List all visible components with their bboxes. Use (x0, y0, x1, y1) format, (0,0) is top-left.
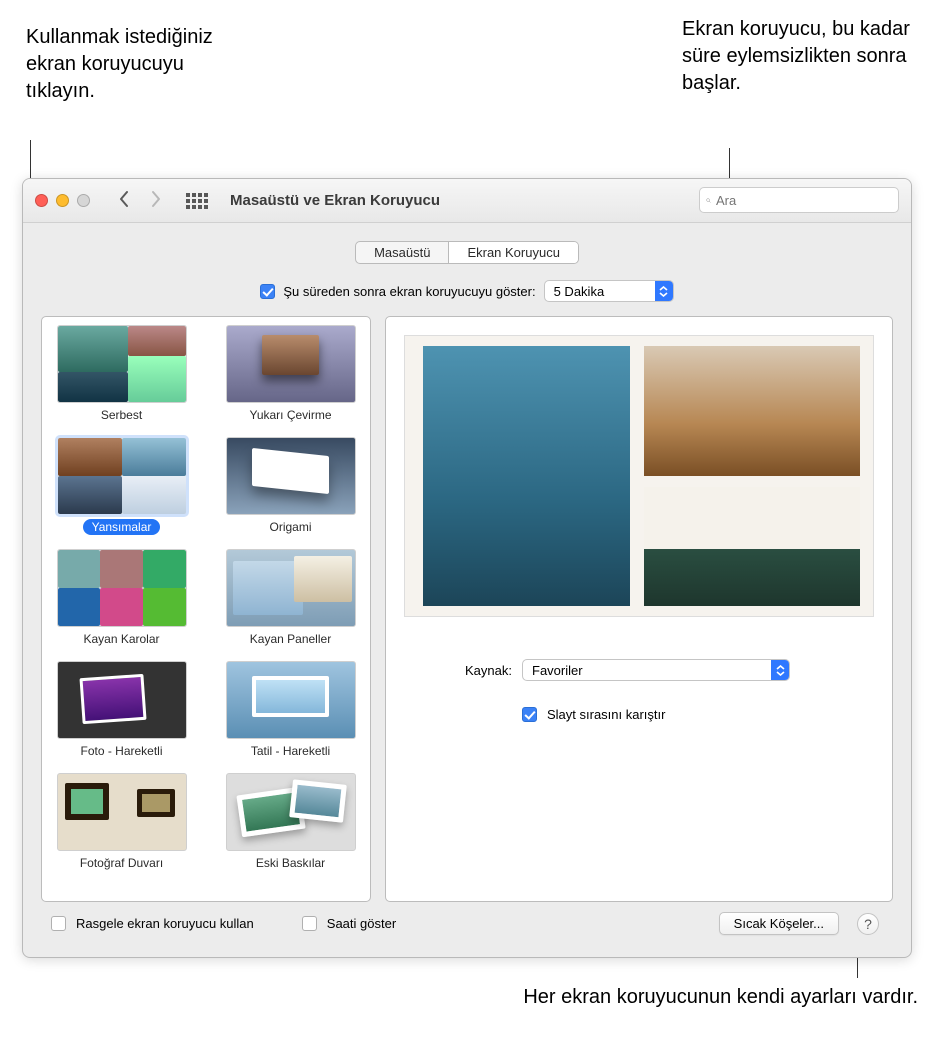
callout-top-left: Kullanmak istediğiniz ekran koruyucuyu t… (26, 24, 244, 105)
tab-segmented-control: Masaüstü Ekran Koruyucu (355, 241, 579, 264)
source-value: Favoriler (532, 663, 583, 678)
show-clock-label: Saati göster (327, 916, 396, 931)
thumb-label: Serbest (92, 407, 151, 423)
search-field[interactable] (699, 187, 899, 213)
help-icon: ? (864, 916, 872, 932)
hot-corners-button[interactable]: Sıcak Köşeler... (719, 912, 839, 935)
thumb-label: Tatil - Hareketli (242, 743, 339, 759)
show-all-prefs-button[interactable] (186, 193, 208, 209)
chevron-updown-icon (655, 281, 673, 301)
shuffle-label: Slayt sırasını karıştır (547, 707, 665, 722)
screensaver-item-kayan-paneller[interactable]: Kayan Paneller (217, 549, 364, 647)
screensaver-options: Kaynak: Favoriler Slayt sırasını karıştı… (404, 659, 874, 722)
main-panels: Serbest Yukarı Çevirme Yansımalar Origam… (41, 316, 893, 902)
content-area: Masaüstü Ekran Koruyucu Şu süreden sonra… (23, 223, 911, 957)
thumb-label: Kayan Karolar (74, 631, 168, 647)
tab-screensaver[interactable]: Ekran Koruyucu (449, 242, 578, 263)
screensaver-preview-panel: Kaynak: Favoriler Slayt sırasını karıştı… (385, 316, 893, 902)
preview-img (423, 346, 630, 605)
random-label: Rasgele ekran koruyucu kullan (76, 916, 254, 931)
screensaver-item-foto-hareketli[interactable]: Foto - Hareketli (48, 661, 195, 759)
thumbnail (226, 549, 356, 627)
screensaver-item-origami[interactable]: Origami (217, 437, 364, 535)
screensaver-item-serbest[interactable]: Serbest (48, 325, 195, 423)
start-after-row: Şu süreden sonra ekran koruyucuyu göster… (41, 280, 893, 302)
shuffle-checkbox[interactable] (522, 707, 537, 722)
random-checkbox[interactable] (51, 916, 66, 931)
search-icon (706, 194, 711, 207)
forward-button[interactable] (148, 189, 164, 212)
thumbnail (226, 437, 356, 515)
chevron-updown-icon (771, 660, 789, 680)
screensaver-item-fotograf-duvari[interactable]: Fotoğraf Duvarı (48, 773, 195, 871)
thumbnail (226, 661, 356, 739)
thumb-label: Origami (260, 519, 320, 535)
screensaver-item-eski-baskilar[interactable]: Eski Baskılar (217, 773, 364, 871)
thumbnail (57, 773, 187, 851)
source-label: Kaynak: (442, 663, 512, 678)
thumb-label: Foto - Hareketli (71, 743, 171, 759)
close-window-button[interactable] (35, 194, 48, 207)
thumbnail (57, 549, 187, 627)
back-button[interactable] (116, 189, 132, 212)
thumbnail (57, 661, 187, 739)
search-input[interactable] (716, 193, 892, 208)
thumb-label: Eski Baskılar (247, 855, 334, 871)
preview-img (644, 346, 860, 476)
thumb-label: Kayan Paneller (241, 631, 340, 647)
thumbnail (57, 437, 187, 515)
show-clock-checkbox[interactable] (302, 916, 317, 931)
preferences-window: Masaüstü ve Ekran Koruyucu Masaüstü Ekra… (22, 178, 912, 958)
preview-img (644, 487, 860, 605)
thumbnail (226, 325, 356, 403)
callout-top-right: Ekran koruyucu, bu kadar süre eylemsizli… (682, 16, 912, 97)
nav-arrows (116, 189, 164, 212)
window-controls (35, 194, 90, 207)
thumb-grid: Serbest Yukarı Çevirme Yansımalar Origam… (48, 325, 364, 871)
screensaver-preview[interactable] (404, 335, 874, 617)
thumb-label: Yansımalar (83, 519, 161, 535)
thumb-label: Fotoğraf Duvarı (71, 855, 172, 871)
thumb-label: Yukarı Çevirme (240, 407, 340, 423)
shuffle-row: Slayt sırasını karıştır (442, 707, 874, 722)
callout-bottom-right: Her ekran koruyucunun kendi ayarları var… (498, 984, 918, 1011)
minimize-window-button[interactable] (56, 194, 69, 207)
thumbnail (226, 773, 356, 851)
screensaver-item-kayan-karolar[interactable]: Kayan Karolar (48, 549, 195, 647)
bottom-bar: Rasgele ekran koruyucu kullan Saati göst… (41, 902, 893, 945)
screensaver-list[interactable]: Serbest Yukarı Çevirme Yansımalar Origam… (41, 316, 371, 902)
zoom-window-button[interactable] (77, 194, 90, 207)
start-after-select[interactable]: 5 Dakika (544, 280, 674, 302)
screensaver-item-yukari-cevirme[interactable]: Yukarı Çevirme (217, 325, 364, 423)
tab-desktop[interactable]: Masaüstü (356, 242, 449, 263)
source-row: Kaynak: Favoriler (442, 659, 874, 681)
start-after-value: 5 Dakika (554, 284, 605, 299)
titlebar: Masaüstü ve Ekran Koruyucu (23, 179, 911, 223)
screensaver-item-yansimalar[interactable]: Yansımalar (48, 437, 195, 535)
screensaver-item-tatil-hareketli[interactable]: Tatil - Hareketli (217, 661, 364, 759)
thumbnail (57, 325, 187, 403)
start-after-checkbox[interactable] (260, 284, 275, 299)
window-title: Masaüstü ve Ekran Koruyucu (230, 192, 440, 209)
help-button[interactable]: ? (857, 913, 879, 935)
start-after-label: Şu süreden sonra ekran koruyucuyu göster… (283, 284, 535, 299)
source-select[interactable]: Favoriler (522, 659, 790, 681)
